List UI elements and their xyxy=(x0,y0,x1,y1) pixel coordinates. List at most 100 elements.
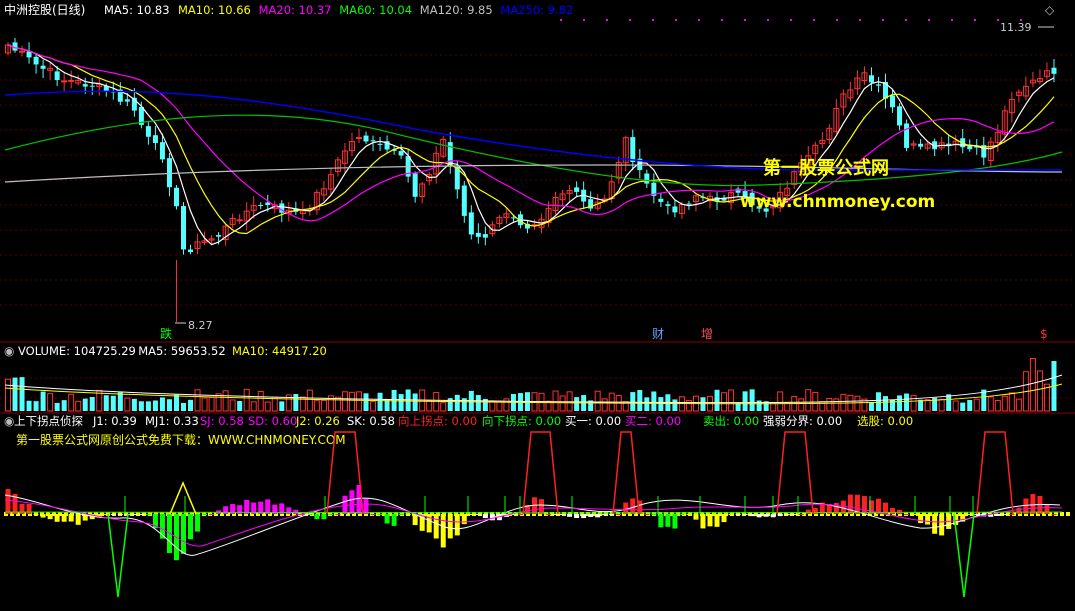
candle-body-down xyxy=(26,51,32,58)
volume-bar xyxy=(159,397,165,411)
zero-dot xyxy=(1066,512,1070,516)
volume-legend: VOLUME: 104725.29 MA5: 59653.52 MA10: 4491… xyxy=(18,344,327,358)
stock-chart-canvas[interactable]: 中洲控股(日线) MA5: 10.83 MA10: 10.66 MA20: 10.3… xyxy=(0,0,1075,611)
indicator-bar xyxy=(539,499,545,514)
watermark-title: 第一股票公式网 xyxy=(763,157,889,179)
volume-bar xyxy=(82,398,88,411)
indicator-bar xyxy=(33,514,39,515)
top-dot xyxy=(813,19,815,21)
volume-bar xyxy=(967,400,973,411)
indicator-note: 第一股票公式网原创公式免费下载：WWW.CHNMONEY.COM xyxy=(16,432,346,447)
candle-body-down xyxy=(216,235,222,237)
candle-body-down xyxy=(897,106,903,126)
top-dot xyxy=(675,19,677,21)
indicator-bar xyxy=(707,514,713,527)
indicator-bar xyxy=(195,514,201,532)
top-dot xyxy=(974,19,976,21)
top-dot xyxy=(698,19,700,21)
indicator-legend-item: 向下拐点: 0.00 xyxy=(482,414,561,428)
expand-icon[interactable]: ◇ xyxy=(1045,3,1055,17)
indicator-bar xyxy=(658,514,664,528)
volume-bar xyxy=(637,390,643,411)
indicator-bar xyxy=(440,514,446,548)
top-dot xyxy=(744,19,746,21)
top-dot xyxy=(790,19,792,21)
candle-body-down xyxy=(258,204,264,206)
candle-body-down xyxy=(40,65,46,69)
volume-bar xyxy=(61,400,67,411)
indicator-bar xyxy=(468,514,474,515)
volume-bar xyxy=(40,391,46,411)
indicator-bar xyxy=(798,514,804,515)
indicator-bar xyxy=(328,514,334,515)
maLegend-item: MA10: 10.66 xyxy=(178,3,251,17)
indicator-bar xyxy=(454,514,460,536)
volume-panel-toggle-icon[interactable]: ◉ xyxy=(4,344,14,358)
indicator-bar xyxy=(475,514,481,515)
candle-body-down xyxy=(482,234,488,238)
indicator-legend-item: J2: 0.26 xyxy=(295,414,340,428)
top-dot xyxy=(905,19,907,21)
volume-bar xyxy=(377,392,383,411)
indicator-bar xyxy=(447,514,453,539)
maLegend-item: MA5: 10.83 xyxy=(104,3,170,17)
top-dot xyxy=(882,19,884,21)
volume-bar xyxy=(188,399,194,411)
volume-bar xyxy=(138,401,144,411)
top-dot xyxy=(951,19,953,21)
indicator-bar xyxy=(286,507,292,514)
volume-bar xyxy=(117,392,123,411)
candle-body-down xyxy=(181,206,186,250)
indicator-legend-item: J1: 0.39 xyxy=(92,414,137,428)
indicator-bar xyxy=(847,494,853,514)
volume-bar xyxy=(904,393,910,411)
indicator-bar xyxy=(1030,494,1036,514)
volume-bar xyxy=(454,394,460,411)
indicator-bar xyxy=(693,514,699,520)
indicator-legend-item: 买二: 0.00 xyxy=(625,414,681,428)
indicator-bar xyxy=(384,514,390,524)
candle-body-down xyxy=(686,203,692,205)
zero-dot xyxy=(1060,512,1064,516)
indicator-bar xyxy=(40,514,46,518)
candle-body-down xyxy=(363,135,369,142)
indicator-bar xyxy=(784,514,790,516)
event-marker[interactable]: $ xyxy=(1040,327,1048,341)
indicator-bar xyxy=(714,514,720,527)
indicator-bar xyxy=(686,514,692,515)
event-marker[interactable]: 财 xyxy=(652,327,664,341)
indicator-bar xyxy=(644,514,650,515)
price-low-label: 8.27 xyxy=(188,319,213,332)
indicator-bar xyxy=(911,514,917,515)
indicator-bar xyxy=(47,514,53,520)
event-marker[interactable]: 跌 xyxy=(160,326,172,341)
candle-body-down xyxy=(868,75,874,83)
volume-bar xyxy=(749,389,755,411)
indicator-bar xyxy=(461,514,467,525)
candle-body-up xyxy=(19,50,26,53)
indicator-bar xyxy=(138,514,144,515)
indicator-bar xyxy=(68,514,74,522)
indicator-bar xyxy=(700,514,706,529)
volume-bar xyxy=(103,395,109,411)
volume-bar xyxy=(475,395,481,411)
volume-bar xyxy=(110,395,116,411)
indicator-bar xyxy=(861,496,867,514)
event-marker[interactable]: 增 xyxy=(701,327,713,341)
candle-body-down xyxy=(82,84,88,87)
indicator-legend-item: 向上拐点: 0.00 xyxy=(398,414,477,428)
indicator-panel-toggle-icon[interactable]: ◉ xyxy=(4,414,14,428)
indicator-bar xyxy=(433,514,439,539)
candle-body-down xyxy=(188,249,194,253)
indicator-bar xyxy=(54,514,60,522)
candle-body-down xyxy=(145,126,151,137)
volume-bar xyxy=(89,396,95,411)
indicator-bar xyxy=(918,514,924,524)
indicator-bar xyxy=(1009,514,1015,515)
indicator-legend-item: 选股: 0.00 xyxy=(857,414,913,428)
indicator-bar xyxy=(145,514,151,515)
indicator-bar xyxy=(588,514,594,517)
indicator-legend-item: SJ: 0.58 xyxy=(200,414,244,428)
candle-body-down xyxy=(461,185,467,216)
indicator-bar xyxy=(763,514,769,517)
